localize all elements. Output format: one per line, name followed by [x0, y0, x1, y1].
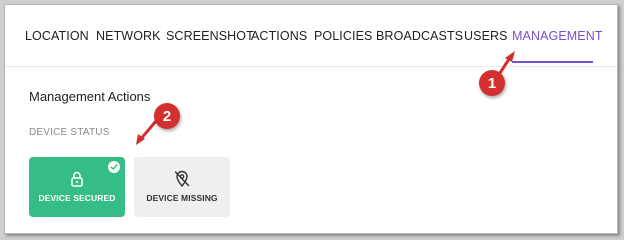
check-icon: [108, 161, 120, 173]
tab-network[interactable]: NETWORK: [96, 29, 161, 49]
tab-actions[interactable]: ACTIONS: [251, 29, 307, 49]
section-subtitle: DEVICE STATUS: [29, 127, 110, 138]
location-off-icon: [174, 170, 190, 188]
tab-bar: LOCATION NETWORK SCREENSHOT ACTIONS POLI…: [5, 5, 617, 67]
callout-badge-1: 1: [479, 70, 505, 96]
tab-screenshot[interactable]: SCREENSHOT: [166, 29, 254, 49]
device-secured-label: DEVICE SECURED: [38, 193, 116, 203]
device-secured-button[interactable]: DEVICE SECURED: [29, 157, 125, 217]
callout-badge-2: 2: [154, 103, 180, 129]
lock-icon: [71, 171, 83, 187]
device-missing-button[interactable]: DEVICE MISSING: [134, 157, 230, 217]
tab-users[interactable]: USERS: [464, 29, 508, 49]
active-tab-indicator: [512, 61, 593, 63]
tab-broadcasts[interactable]: BROADCASTS: [376, 29, 463, 49]
section-title: Management Actions: [29, 89, 151, 104]
tab-policies[interactable]: POLICIES: [314, 29, 372, 49]
device-missing-label: DEVICE MISSING: [146, 193, 218, 203]
window-frame: LOCATION NETWORK SCREENSHOT ACTIONS POLI…: [4, 4, 618, 234]
tab-management[interactable]: MANAGEMENT: [512, 29, 603, 49]
tab-location[interactable]: LOCATION: [25, 29, 89, 49]
